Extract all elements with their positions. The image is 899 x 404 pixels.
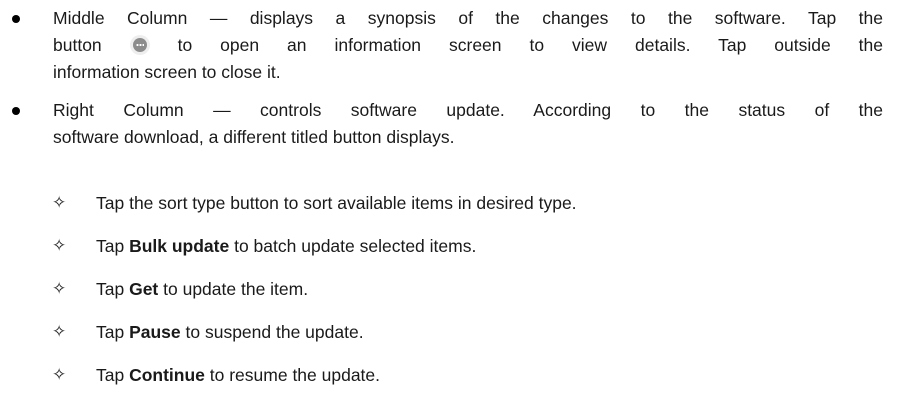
sub-item-prefix: Tap the sort type button to sort availab…	[96, 193, 577, 213]
bullet-line: Right Column — controls software update.…	[53, 100, 883, 120]
star-marker-icon: ✧	[52, 365, 67, 385]
sub-item-pause: ✧ Tap Pause to suspend the update.	[0, 319, 899, 346]
bullet-line: button to open an information screen to …	[53, 32, 883, 59]
sub-item-bulk-update: ✧ Tap Bulk update to batch update select…	[0, 233, 899, 260]
sub-item-continue: ✧ Tap Continue to resume the update.	[0, 362, 899, 389]
bullet-text: Right Column — controls software update.…	[53, 97, 883, 151]
bullet-line-prefix: button	[53, 35, 102, 55]
sub-item-prefix: Tap	[96, 236, 130, 256]
more-options-icon	[132, 38, 147, 52]
star-marker-icon: ✧	[52, 322, 67, 342]
star-marker-icon: ✧	[52, 279, 67, 299]
sub-item-text: Tap Get to update the item.	[96, 276, 308, 303]
bullet-dot	[12, 107, 20, 115]
bullet-text: Middle Column — displays a synopsis of t…	[53, 5, 883, 86]
sub-item-text: Tap Continue to resume the update.	[96, 362, 380, 389]
sub-item-suffix: to batch update selected items.	[229, 236, 477, 256]
sub-item-suffix: to suspend the update.	[180, 322, 364, 342]
sub-item-prefix: Tap	[96, 365, 130, 385]
sub-item-sort: ✧ Tap the sort type button to sort avail…	[0, 190, 899, 217]
star-marker-icon: ✧	[52, 193, 67, 213]
document-page: Middle Column — displays a synopsis of t…	[0, 0, 899, 404]
sub-item-text: Tap Bulk update to batch update selected…	[96, 233, 476, 260]
sub-item-suffix: to resume the update.	[204, 365, 381, 385]
sub-item-keyword: Bulk update	[129, 236, 230, 256]
sub-item-text: Tap Pause to suspend the update.	[96, 319, 364, 346]
bullet-line-rest: to open an information screen to view de…	[177, 35, 883, 55]
sub-item-keyword: Continue	[129, 365, 205, 385]
sub-item-text: Tap the sort type button to sort availab…	[96, 190, 577, 217]
star-marker-icon: ✧	[52, 236, 67, 256]
bullet-line: software download, a different titled bu…	[53, 127, 455, 147]
sub-item-prefix: Tap	[96, 322, 130, 342]
bullet-line: Middle Column — displays a synopsis of t…	[53, 8, 883, 28]
sub-item-keyword: Get	[129, 279, 159, 299]
sub-item-keyword: Pause	[129, 322, 181, 342]
sub-item-suffix: to update the item.	[158, 279, 309, 299]
bullet-line: information screen to close it.	[53, 62, 281, 82]
sub-item-prefix: Tap	[96, 279, 130, 299]
bullet-dot	[12, 15, 20, 23]
sub-item-get: ✧ Tap Get to update the item.	[0, 276, 899, 303]
